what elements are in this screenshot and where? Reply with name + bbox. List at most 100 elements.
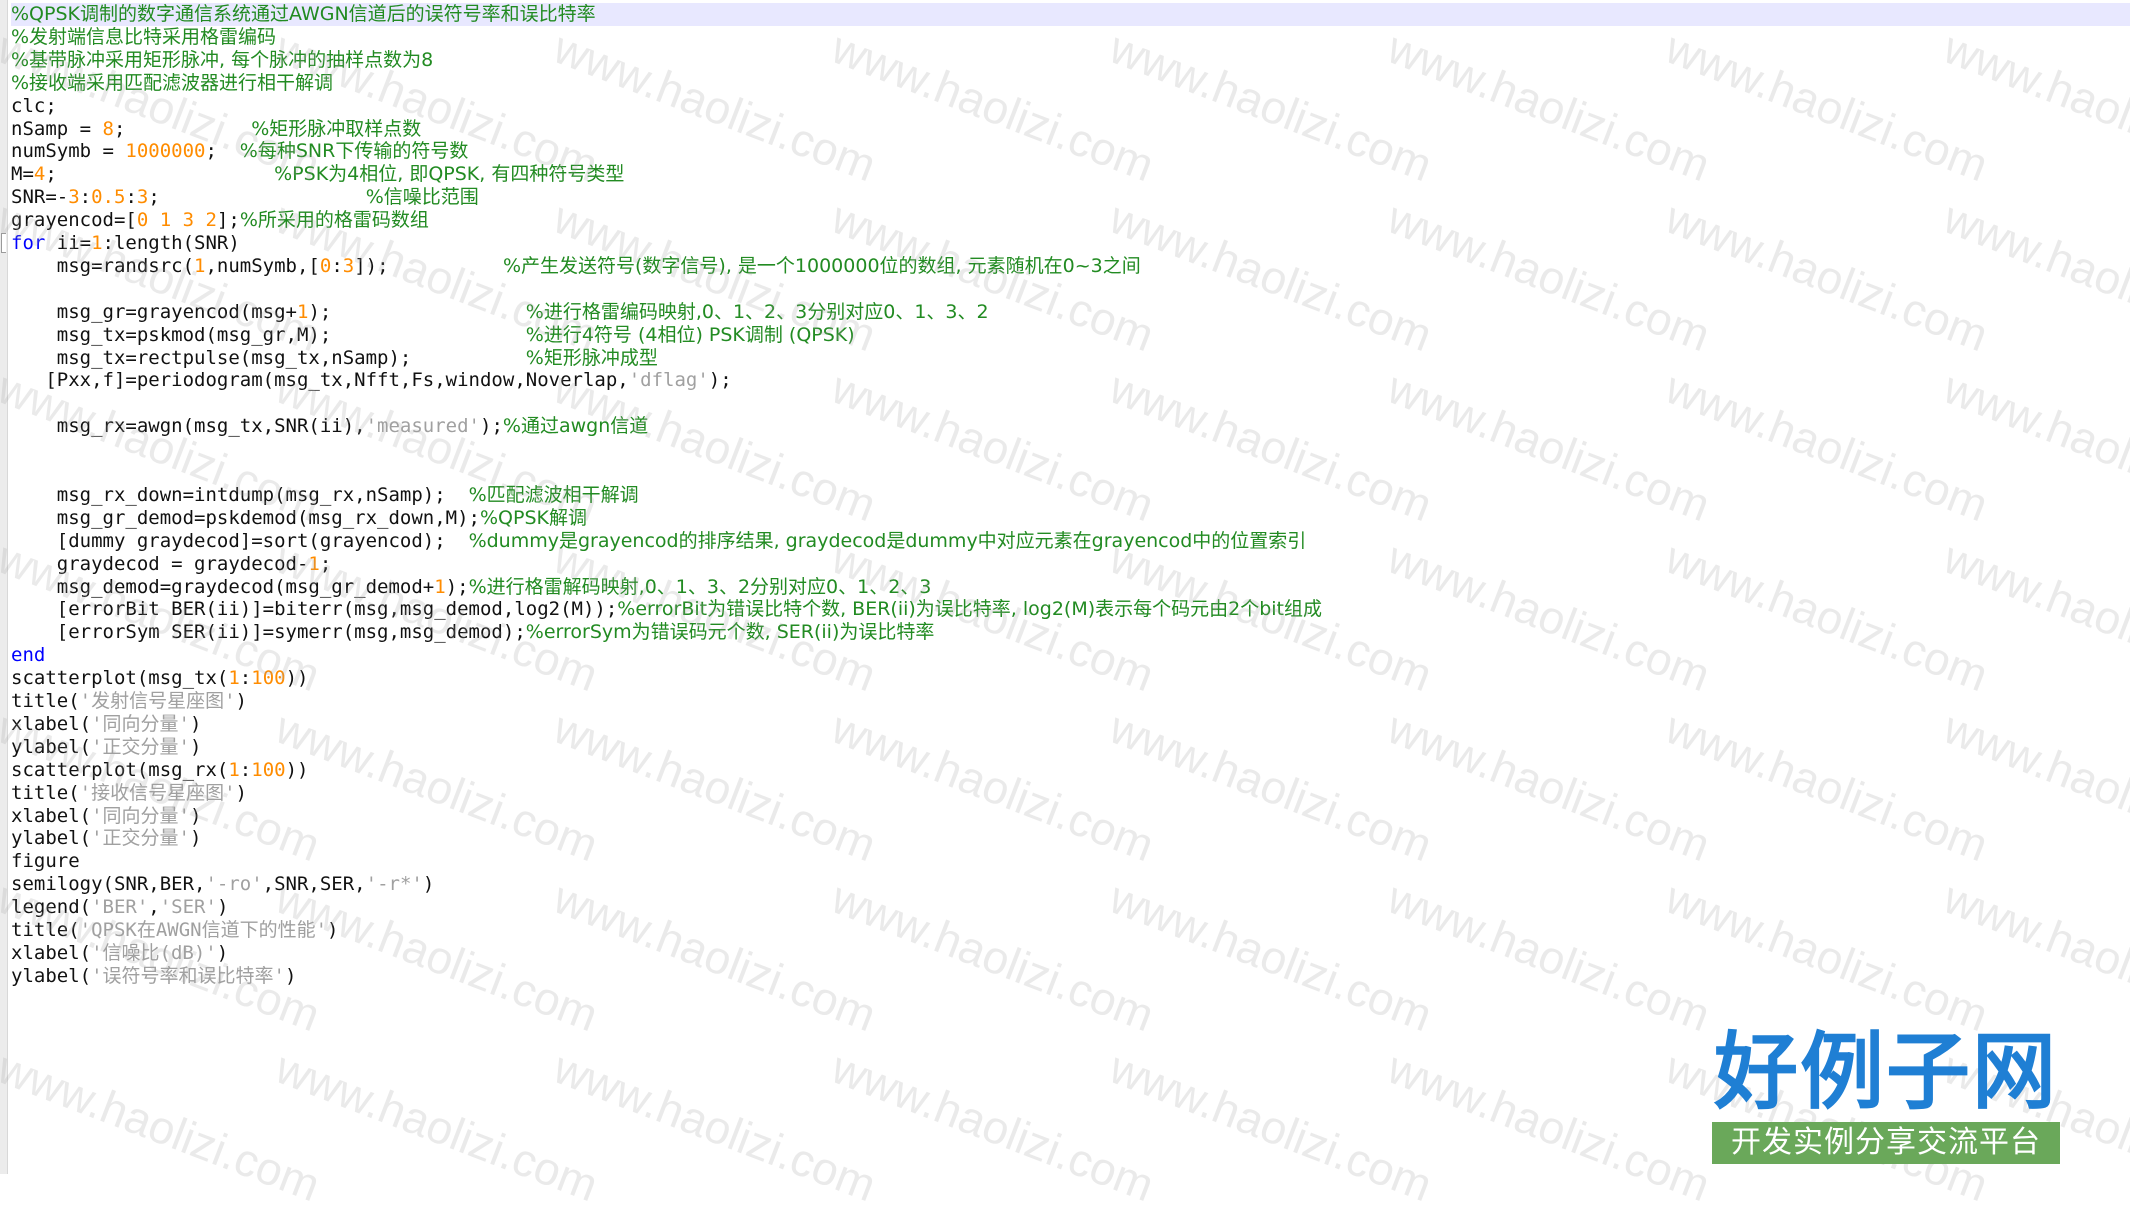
code-text: msg_gr_demod=pskdemod(msg_rx_down,M); <box>11 506 480 529</box>
code-text: title( <box>11 781 80 804</box>
code-text: scatterplot(msg_rx( <box>11 758 229 781</box>
editor-gutter <box>0 0 8 1174</box>
code-text: legend( <box>11 896 92 919</box>
code-text: ; <box>113 117 252 140</box>
code-text: ); <box>480 415 503 438</box>
code-line[interactable]: %QPSK调制的数字通信系统通过AWGN信道后的误符号率和误比特率 <box>11 3 2130 26</box>
code-string: '信噪比(dB)' <box>91 941 217 964</box>
code-line[interactable]: [Pxx,f]=periodogram(msg_tx,Nfft,Fs,windo… <box>11 369 732 392</box>
code-editor[interactable]: %QPSK调制的数字通信系统通过AWGN信道后的误符号率和误比特率 %发射端信息比… <box>0 0 2130 1174</box>
code-text: figure <box>11 850 80 873</box>
code-string: '同向分量' <box>91 712 190 735</box>
code-line[interactable]: xlabel('同向分量') <box>11 805 201 828</box>
code-text: M= <box>11 163 34 186</box>
code-comment: %发射端信息比特采用格雷编码 <box>11 25 277 48</box>
code-comment: %接收端采用匹配滤波器进行相干解调 <box>11 71 334 94</box>
code-text: msg_tx=rectpulse(msg_tx,nSamp); <box>11 346 526 369</box>
code-number: 100 <box>251 667 286 690</box>
code-line[interactable]: numSymb = 1000000; %每种SNR下传输的符号数 <box>11 140 468 163</box>
code-line[interactable]: ylabel('正交分量') <box>11 827 201 850</box>
code-string: '误符号率和误比特率' <box>91 964 285 987</box>
code-string: '正交分量' <box>91 827 190 850</box>
code-comment: %进行格雷编码映射,0、1、2、3分别对应0、1、3、2 <box>525 300 989 323</box>
code-line[interactable]: msg_gr_demod=pskdemod(msg_rx_down,M);%QP… <box>11 507 587 530</box>
code-line[interactable]: [errorBit BER(ii)]=biterr(msg,msg_demod,… <box>11 598 1322 621</box>
code-text: )) <box>285 758 309 781</box>
code-line[interactable]: scatterplot(msg_tx(1:100)) <box>11 667 308 690</box>
code-text: SNR=- <box>11 186 69 209</box>
code-text: [errorSym SER(ii)]=symerr(msg,msg_demod)… <box>11 621 526 644</box>
code-line[interactable]: end <box>11 644 45 667</box>
code-text: [dummy graydecod]=sort(grayencod); <box>11 529 469 552</box>
code-number: 1 <box>308 552 320 575</box>
fold-marker-icon[interactable] <box>1 233 6 253</box>
code-line[interactable]: msg_rx=awgn(msg_tx,SNR(ii),'measured');%… <box>11 415 648 438</box>
code-text: ) <box>189 735 202 758</box>
code-number: 1 <box>228 667 240 690</box>
code-text: title( <box>11 690 80 712</box>
code-number: 0.5 <box>91 186 126 209</box>
code-line[interactable]: msg_demod=graydecod(msg_gr_demod+1);%进行格… <box>11 575 932 599</box>
code-text: ii= <box>45 232 92 254</box>
code-line[interactable]: [errorSym SER(ii)]=symerr(msg,msg_demod)… <box>11 621 935 644</box>
code-line[interactable]: legend('BER','SER') <box>11 896 228 919</box>
code-line[interactable]: figure <box>11 850 80 873</box>
code-line[interactable]: [dummy graydecod]=sort(grayencod); %dumm… <box>11 529 1307 553</box>
code-line[interactable]: clc; <box>11 95 57 118</box>
code-keyword: end <box>11 644 46 667</box>
code-text: :length(SNR) <box>102 232 240 254</box>
code-text: title( <box>11 919 80 941</box>
code-text: ) <box>216 896 229 919</box>
code-text: ); <box>708 369 732 392</box>
code-number: 1 <box>434 575 446 598</box>
code-line[interactable]: %基带脉冲采用矩形脉冲, 每个脉冲的抽样点数为8 <box>11 49 433 72</box>
code-text: msg_gr=grayencod(msg+ <box>11 300 297 323</box>
code-text: msg_tx=pskmod(msg_gr,M); <box>11 323 526 346</box>
code-comment: %QPSK解调 <box>480 506 587 529</box>
code-text: ) <box>189 712 202 735</box>
code-line[interactable]: M=4; %PSK为4相位, 即QPSK, 有四种符号类型 <box>11 163 624 186</box>
code-text: : <box>79 186 92 209</box>
code-comment: %进行4符号 (4相位) PSK调制 (QPSK) <box>525 323 855 346</box>
code-string: '发射信号星座图' <box>79 690 236 712</box>
code-string: 'BER' <box>91 896 149 919</box>
code-line[interactable]: %发射端信息比特采用格雷编码 <box>11 26 276 49</box>
code-line[interactable]: title('QPSK在AWGN信道下的性能') <box>11 919 338 942</box>
code-line[interactable]: msg_tx=pskmod(msg_gr,M); %进行4符号 (4相位) PS… <box>11 324 855 347</box>
code-text: xlabel( <box>11 804 92 827</box>
code-comment: %矩形脉冲成型 <box>525 346 658 369</box>
code-line[interactable]: SNR=-3:0.5:3; %信噪比范围 <box>11 186 479 209</box>
code-line[interactable]: msg_tx=rectpulse(msg_tx,nSamp); %矩形脉冲成型 <box>11 347 658 370</box>
code-text: ; <box>205 140 240 163</box>
code-text: numSymb = <box>11 140 126 163</box>
code-string: '-ro' <box>205 873 263 896</box>
code-line[interactable]: ylabel('误符号率和误比特率') <box>11 965 296 988</box>
code-number: 0 1 3 2 <box>136 209 217 232</box>
code-comment: %errorBit为错误比特个数, BER(ii)为误比特率, log2(M)表… <box>617 598 1323 621</box>
code-line[interactable]: semilogy(SNR,BER,'-ro',SNR,SER,'-r*') <box>11 873 434 896</box>
code-text: : <box>239 758 252 781</box>
code-line[interactable]: msg_gr=grayencod(msg+1); %进行格雷编码映射,0、1、2… <box>11 301 989 324</box>
code-line[interactable]: nSamp = 8; %矩形脉冲取样点数 <box>11 118 421 141</box>
code-text: xlabel( <box>11 941 92 964</box>
code-keyword: for <box>11 232 46 254</box>
code-text: ) <box>235 781 247 804</box>
logo-title: 好例子网 <box>1713 1023 2058 1121</box>
code-line[interactable]: msg=randsrc(1,numSymb,[0:3]); %产生发送符号(数字… <box>11 255 1141 278</box>
code-line[interactable]: %接收端采用匹配滤波器进行相干解调 <box>11 72 333 95</box>
code-line[interactable]: scatterplot(msg_rx(1:100)) <box>11 759 308 782</box>
code-line[interactable]: msg_rx_down=intdump(msg_rx,nSamp); %匹配滤波… <box>11 484 639 507</box>
code-line[interactable]: grayencod=[0 1 3 2];%所采用的格雷码数组 <box>11 209 429 232</box>
code-line[interactable]: for ii=1:length(SNR) <box>11 232 240 255</box>
code-line[interactable]: title('接收信号星座图') <box>11 782 247 805</box>
code-line[interactable]: xlabel('信噪比(dB)') <box>11 942 228 965</box>
code-number: 1 <box>296 300 309 323</box>
code-text: : <box>331 254 343 277</box>
code-line[interactable]: title('发射信号星座图') <box>11 690 247 713</box>
code-text: ylabel( <box>11 964 92 987</box>
code-comment: %PSK为4相位, 即QPSK, 有四种符号类型 <box>274 163 625 186</box>
code-line[interactable]: graydecod = graydecod-1; <box>11 552 332 576</box>
code-text: ) <box>284 964 297 987</box>
code-line[interactable]: ylabel('正交分量') <box>11 736 201 759</box>
code-line[interactable]: xlabel('同向分量') <box>11 713 201 736</box>
